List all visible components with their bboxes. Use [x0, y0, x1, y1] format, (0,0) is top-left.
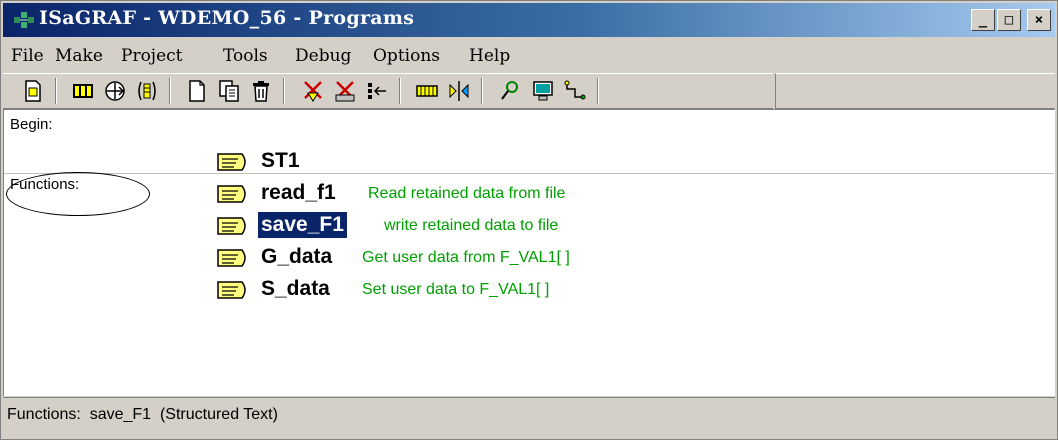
toolbar-separator [55, 78, 57, 104]
new-program-icon[interactable] [185, 79, 209, 103]
main-window: ISaGRAF - WDEMO_56 - Programs _ □ × File… [0, 0, 1058, 440]
toolbar-separator [481, 78, 483, 104]
program-name-selected: save_F1 [257, 211, 348, 239]
debug-icon[interactable] [499, 79, 523, 103]
menu-debug[interactable]: Debug [295, 46, 351, 66]
structured-text-icon [217, 185, 246, 203]
program-list[interactable]: Begin: Functions: ST1 read_f1 Read retai… [3, 109, 1055, 396]
toolbar-separator [399, 78, 401, 104]
program-name: read_f1 [261, 181, 336, 204]
program-name: S_data [261, 277, 330, 300]
program-description: Set user data to F_VAL1[ ] [362, 281, 550, 298]
io-connection-icon[interactable] [103, 79, 127, 103]
menu-project[interactable]: Project [121, 46, 182, 66]
insert-icon[interactable] [365, 79, 389, 103]
menu-file[interactable]: File [11, 46, 44, 66]
toolbar-separator [169, 78, 171, 104]
section-divider [4, 173, 1054, 174]
memory-icon[interactable] [415, 79, 439, 103]
menu-tools[interactable]: Tools [223, 46, 268, 66]
status-text: Functions: save_F1 (Structured Text) [7, 406, 278, 423]
copy-program-icon[interactable] [217, 79, 241, 103]
window-title: ISaGRAF - WDEMO_56 - Programs [39, 7, 415, 29]
menu-options[interactable]: Options [373, 46, 440, 66]
minimize-button[interactable]: _ [971, 9, 995, 31]
close-button[interactable]: × [1027, 9, 1051, 31]
program-name: G_data [261, 245, 333, 268]
maximize-button[interactable]: □ [997, 9, 1021, 31]
program-description: Read retained data from file [368, 185, 566, 202]
properties-icon[interactable] [21, 79, 45, 103]
isagraf-app-icon[interactable] [13, 10, 35, 30]
verify-icon[interactable] [301, 79, 325, 103]
dictionary-icon[interactable] [71, 79, 95, 103]
menu-help[interactable]: Help [469, 46, 510, 66]
section-label-begin: Begin: [10, 116, 53, 133]
libraries-icon[interactable] [135, 79, 159, 103]
delete-program-icon[interactable] [249, 79, 273, 103]
menu-make[interactable]: Make [55, 46, 103, 66]
simulate-icon[interactable] [531, 79, 555, 103]
structured-text-icon [217, 281, 246, 299]
annotation-circle [6, 172, 150, 216]
toolbar-separator [283, 78, 285, 104]
compile-icon[interactable] [333, 79, 357, 103]
structured-text-icon [217, 249, 246, 267]
status-bar: Functions: save_F1 (Structured Text) [3, 397, 1055, 436]
menu-bar: File Make Project Tools Debug Options He… [3, 39, 1055, 73]
link-icon[interactable] [447, 79, 471, 103]
structured-text-icon [217, 217, 246, 235]
program-name: ST1 [261, 149, 300, 172]
connect-icon[interactable] [563, 79, 587, 103]
structured-text-icon [217, 153, 246, 171]
program-description: Get user data from F_VAL1[ ] [362, 249, 570, 266]
toolbar [3, 73, 773, 109]
program-description: write retained data to file [384, 217, 559, 234]
toolbar-empty-area [775, 73, 1055, 109]
toolbar-separator [597, 78, 599, 104]
title-bar[interactable]: ISaGRAF - WDEMO_56 - Programs _ □ × [3, 3, 1055, 37]
